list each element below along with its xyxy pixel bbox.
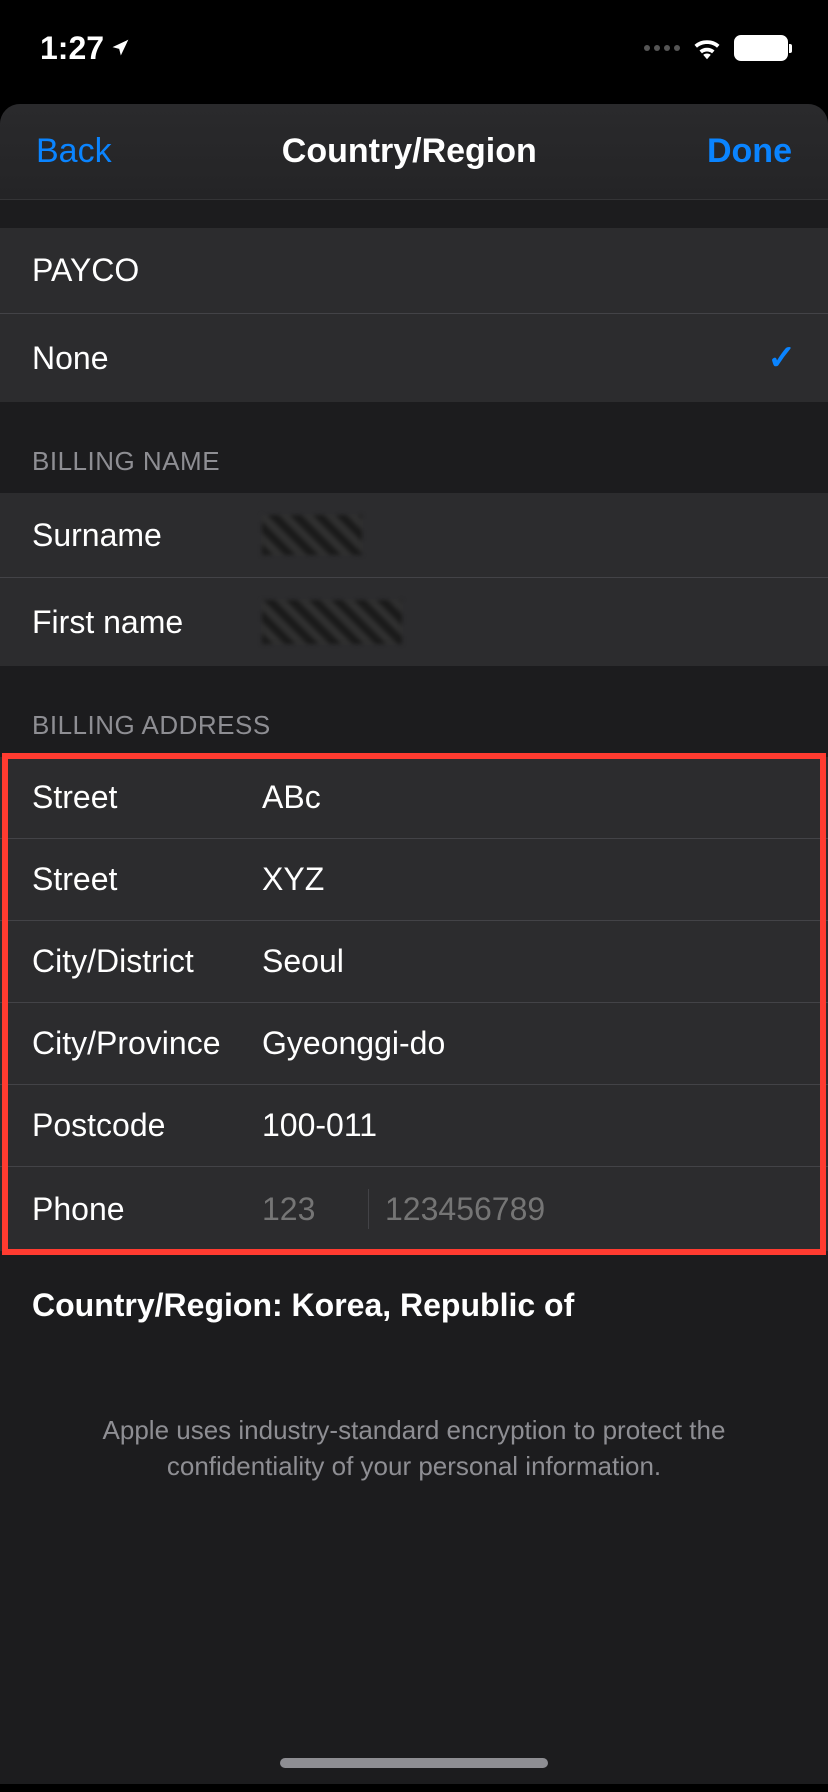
country-region-label: Country/Region:: [32, 1287, 292, 1323]
home-indicator[interactable]: [280, 1758, 548, 1768]
street2-label: Street: [32, 861, 262, 898]
street1-input[interactable]: [262, 779, 796, 816]
city-province-row: City/Province: [0, 1003, 828, 1085]
city-province-label: City/Province: [32, 1025, 262, 1062]
back-button[interactable]: Back: [36, 132, 112, 171]
time-text: 1:27: [40, 30, 104, 67]
page-title: Country/Region: [282, 132, 537, 171]
street1-label: Street: [32, 779, 262, 816]
street1-row: Street: [0, 757, 828, 839]
phone-number-input[interactable]: [385, 1191, 805, 1228]
billing-address-header: BILLING ADDRESS: [0, 666, 828, 757]
checkmark-icon: ✓: [768, 338, 797, 378]
cellular-icon: [644, 45, 680, 51]
city-province-input[interactable]: [262, 1025, 796, 1062]
phone-row: Phone: [0, 1167, 828, 1251]
surname-row: Surname: [0, 493, 828, 578]
phone-prefix-input[interactable]: [262, 1191, 352, 1228]
phone-label: Phone: [32, 1191, 262, 1228]
firstname-row: First name: [0, 578, 828, 666]
postcode-row: Postcode: [0, 1085, 828, 1167]
status-right: [644, 35, 788, 61]
battery-icon: [734, 35, 788, 61]
billing-name-group: Surname First name: [0, 493, 828, 666]
billing-address-group: Street Street City/District City/Provinc…: [0, 757, 828, 1251]
city-district-input[interactable]: [262, 943, 796, 980]
status-time: 1:27: [40, 30, 130, 67]
encryption-notice: Apple uses industry-standard encryption …: [0, 1360, 828, 1537]
surname-redacted[interactable]: [262, 515, 362, 555]
firstname-redacted[interactable]: [262, 600, 402, 644]
payment-option-label: PAYCO: [32, 252, 796, 289]
city-district-row: City/District: [0, 921, 828, 1003]
country-region-value: Korea, Republic of: [292, 1287, 575, 1323]
postcode-label: Postcode: [32, 1107, 262, 1144]
payment-option-label: None: [32, 340, 768, 377]
country-region-row[interactable]: Country/Region: Korea, Republic of: [0, 1251, 828, 1360]
payment-option-payco[interactable]: PAYCO: [0, 228, 828, 314]
firstname-label: First name: [32, 604, 262, 641]
phone-inputs: [262, 1189, 805, 1229]
status-bar: 1:27: [0, 0, 828, 88]
wifi-icon: [692, 36, 722, 60]
street2-input[interactable]: [262, 861, 796, 898]
done-button[interactable]: Done: [707, 132, 792, 171]
billing-name-header: BILLING NAME: [0, 402, 828, 493]
street2-row: Street: [0, 839, 828, 921]
payment-option-none[interactable]: None ✓: [0, 314, 828, 402]
surname-label: Surname: [32, 517, 262, 554]
settings-sheet: Back Country/Region Done PAYCO None ✓ BI…: [0, 104, 828, 1784]
phone-divider: [368, 1189, 369, 1229]
city-district-label: City/District: [32, 943, 262, 980]
payment-options-group: PAYCO None ✓: [0, 228, 828, 402]
location-icon: [110, 38, 130, 58]
postcode-input[interactable]: [262, 1107, 796, 1144]
nav-bar: Back Country/Region Done: [0, 104, 828, 200]
